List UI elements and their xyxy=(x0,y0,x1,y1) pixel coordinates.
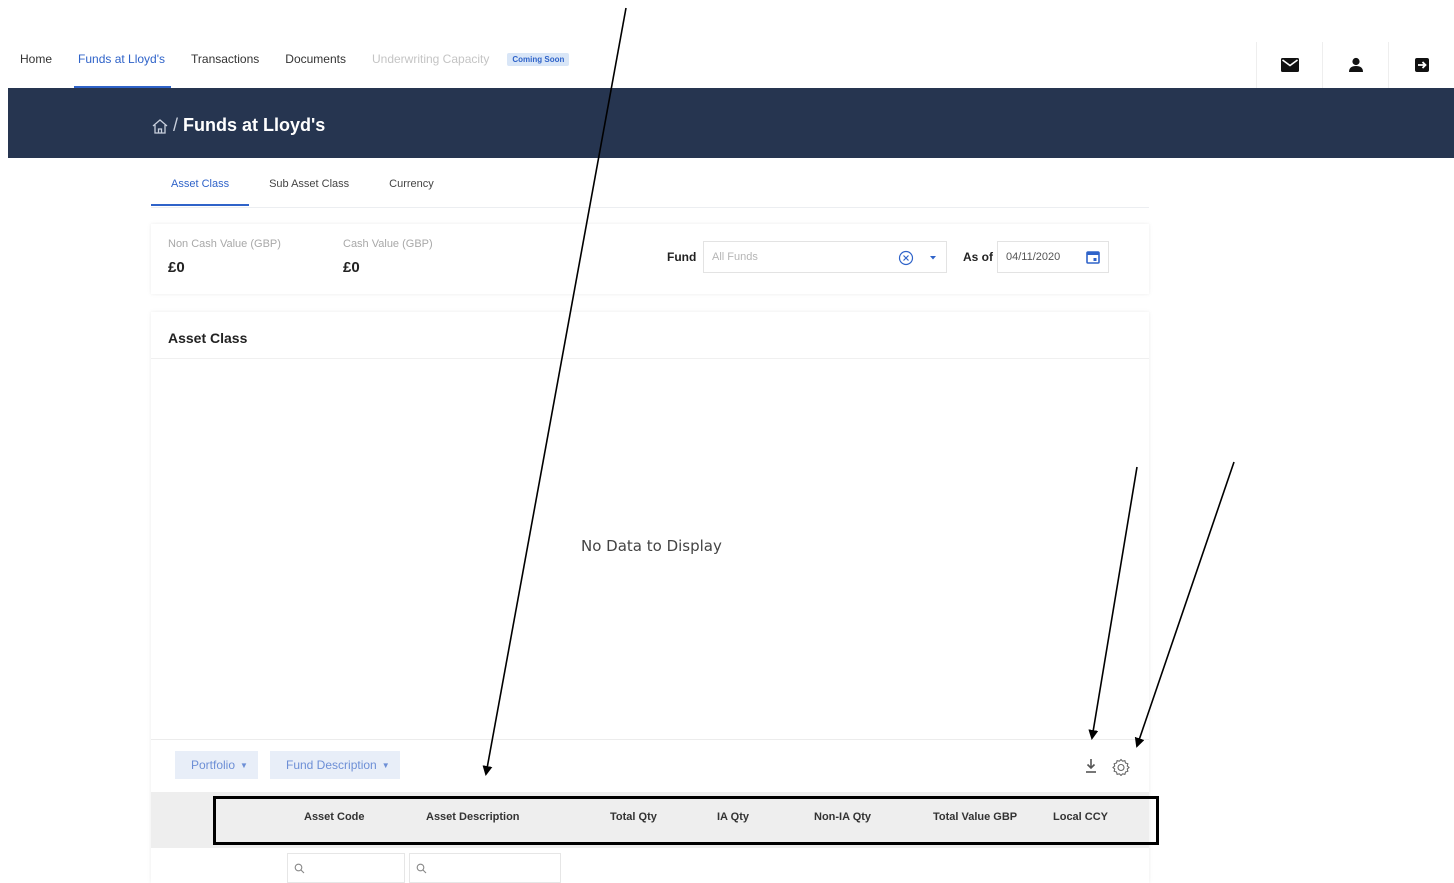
non-cash-metric: Non Cash Value (GBP) £0 xyxy=(168,238,281,276)
portfolio-filter-chip[interactable]: Portfolio ▼ xyxy=(175,751,258,779)
coming-soon-badge: Coming Soon xyxy=(507,52,570,66)
cash-metric: Cash Value (GBP) £0 xyxy=(343,238,433,276)
empty-state-message: No Data to Display xyxy=(581,537,722,555)
breadcrumb-separator: / xyxy=(173,115,179,135)
download-icon[interactable] xyxy=(1084,758,1098,774)
summary-card: Non Cash Value (GBP) £0 Cash Value (GBP)… xyxy=(151,224,1149,294)
fund-description-filter-chip[interactable]: Fund Description ▼ xyxy=(270,751,400,779)
as-of-date-field[interactable] xyxy=(997,241,1109,273)
calendar-icon[interactable] xyxy=(1086,250,1100,264)
table-header-row: Asset Code Asset Description Total Qty I… xyxy=(151,792,1149,848)
non-cash-label: Non Cash Value (GBP) xyxy=(168,238,281,250)
search-icon xyxy=(294,863,305,873)
non-cash-value: £0 xyxy=(168,259,185,276)
cash-label: Cash Value (GBP) xyxy=(343,238,433,250)
logout-icon xyxy=(1414,58,1429,72)
mail-button[interactable] xyxy=(1256,42,1322,88)
cash-value: £0 xyxy=(343,259,360,276)
divider xyxy=(151,739,1149,740)
table-filter-row xyxy=(151,848,1149,883)
column-header-local-ccy[interactable]: Local CCY xyxy=(1053,811,1108,823)
column-header-ia-qty[interactable]: IA Qty xyxy=(717,811,749,823)
page-banner: / Funds at Lloyd's xyxy=(8,88,1454,158)
chip-label: Fund Description xyxy=(286,758,377,772)
nav-link-transactions[interactable]: Transactions xyxy=(191,52,259,66)
chevron-down-icon: ▼ xyxy=(240,760,248,770)
view-tabs: Asset Class Sub Asset Class Currency xyxy=(151,168,1149,208)
column-header-total-value-gbp[interactable]: Total Value GBP xyxy=(933,811,1017,823)
as-of-date-input[interactable] xyxy=(1006,251,1076,263)
divider xyxy=(151,358,1149,359)
home-icon[interactable] xyxy=(151,118,169,134)
logout-button[interactable] xyxy=(1388,42,1454,88)
page-title: Funds at Lloyd's xyxy=(183,115,326,135)
nav-link-underwriting-capacity: Underwriting Capacity xyxy=(371,52,490,66)
top-navigation: Home Funds at Lloyd's Transactions Docum… xyxy=(0,0,1454,88)
as-of-label: As of xyxy=(963,250,993,264)
settings-gear-icon[interactable] xyxy=(1112,758,1130,776)
nav-link-funds-at-lloyds[interactable]: Funds at Lloyd's xyxy=(74,52,172,88)
mail-icon xyxy=(1280,58,1299,72)
tab-sub-asset-class[interactable]: Sub Asset Class xyxy=(249,168,369,206)
fund-label: Fund xyxy=(667,250,697,264)
tab-currency[interactable]: Currency xyxy=(369,168,454,206)
chevron-down-icon[interactable] xyxy=(929,255,937,261)
column-header-asset-description[interactable]: Asset Description xyxy=(426,811,520,823)
search-icon xyxy=(416,863,427,873)
annotation-arrow xyxy=(1134,461,1235,748)
nav-link-documents[interactable]: Documents xyxy=(285,52,346,66)
column-header-non-ia-qty[interactable]: Non-IA Qty xyxy=(814,811,871,823)
asset-class-card: Asset Class No Data to Display Portfolio… xyxy=(151,312,1149,883)
column-header-asset-code[interactable]: Asset Code xyxy=(304,811,365,823)
user-icon xyxy=(1348,57,1363,72)
top-icon-bar xyxy=(1256,42,1454,88)
asset-code-filter-input[interactable] xyxy=(287,853,405,883)
breadcrumb: / Funds at Lloyd's xyxy=(151,115,325,136)
fund-select[interactable] xyxy=(703,241,947,273)
nav-link-home[interactable]: Home xyxy=(20,52,52,66)
chip-label: Portfolio xyxy=(191,758,236,772)
tab-asset-class[interactable]: Asset Class xyxy=(151,168,250,206)
column-header-total-qty[interactable]: Total Qty xyxy=(610,811,657,823)
nav-links: Home Funds at Lloyd's Transactions Docum… xyxy=(20,52,570,88)
card-title: Asset Class xyxy=(168,330,248,346)
user-button[interactable] xyxy=(1322,42,1388,88)
clear-circle-icon[interactable] xyxy=(898,250,914,266)
asset-description-filter-input[interactable] xyxy=(409,853,561,883)
fund-input[interactable] xyxy=(712,251,892,263)
chevron-down-icon: ▼ xyxy=(381,760,390,770)
